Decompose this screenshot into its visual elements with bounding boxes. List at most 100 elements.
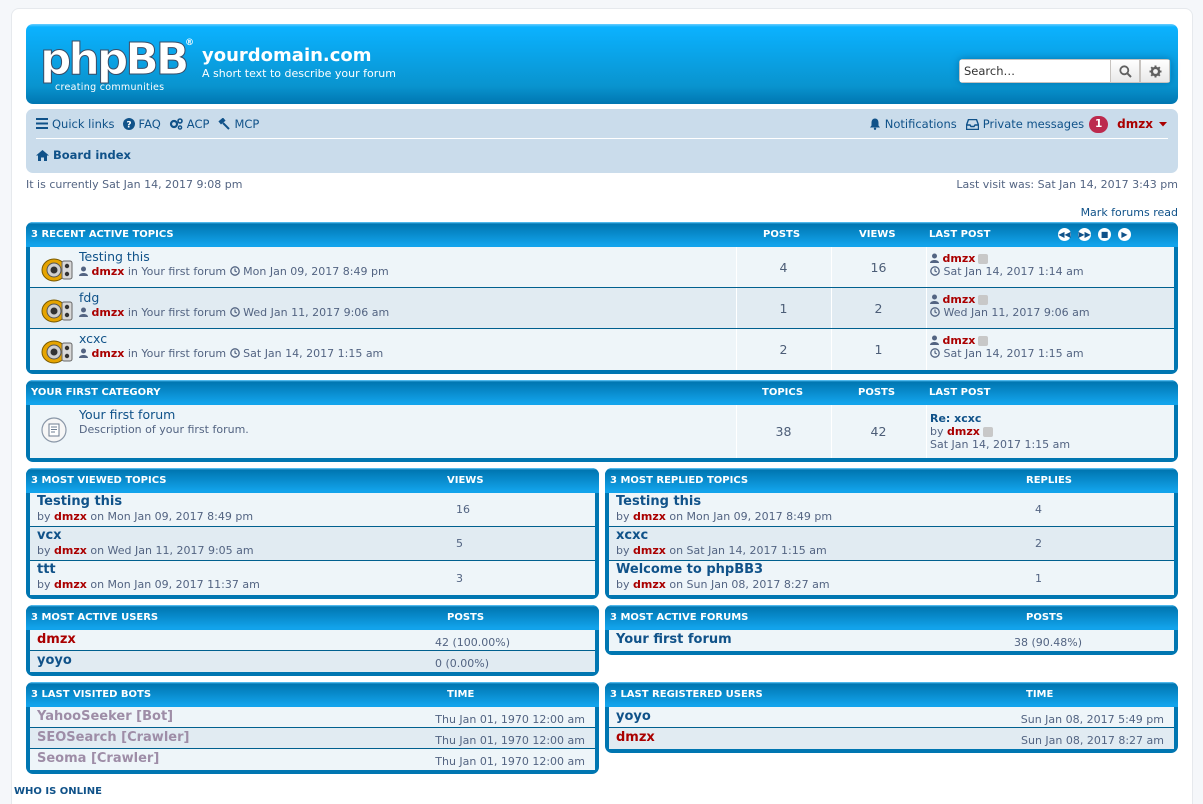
stop-icon[interactable]: ■ <box>1098 228 1111 241</box>
stat-topic-meta: by dmzx on Mon Jan 09, 2017 8:49 pm <box>37 510 254 523</box>
stat-name-link[interactable]: SEOSearch [Crawler] <box>37 730 189 745</box>
stat-topic-author-link[interactable]: dmzx <box>54 578 87 591</box>
last-post-date: Sat Jan 14, 2017 1:15 am <box>930 438 1071 451</box>
stat-name-row: dmzx 42 (100.00%) <box>30 630 595 651</box>
notifications-link[interactable]: Notifications <box>869 117 957 131</box>
recent-topics-header: 3 RECENT ACTIVE TOPICS POSTS VIEWS LAST … <box>26 222 1178 247</box>
topic-meta: dmzx in Your first forum Mon Jan 09, 201… <box>79 265 389 278</box>
stat-name-link[interactable]: yoyo <box>616 709 651 724</box>
mark-forums-read-link[interactable]: Mark forums read <box>26 206 1178 222</box>
who-is-online-heading[interactable]: WHO IS ONLINE <box>14 786 102 797</box>
topic-row: xcxc dmzx in Your first forum Sat Jan 14… <box>30 329 1174 370</box>
bell-icon <box>869 118 880 130</box>
topic-title-link[interactable]: Testing this <box>79 249 150 264</box>
stat-name-row: Your first forum 38 (90.48%) <box>609 630 1174 651</box>
stat-topic-date: on Mon Jan 09, 2017 8:49 pm <box>90 510 254 523</box>
last-post-author-link[interactable]: dmzx <box>943 293 976 306</box>
stat-topic-meta: by dmzx on Wed Jan 11, 2017 9:05 am <box>37 544 254 557</box>
stat-topic-title-link[interactable]: Testing this <box>616 494 701 509</box>
topic-forum-link[interactable]: in Your first forum <box>128 306 226 319</box>
stat-name-row: SEOSearch [Crawler] Thu Jan 01, 1970 12:0… <box>30 728 595 749</box>
last-post-author-link[interactable]: dmzx <box>947 425 980 438</box>
topic-author-link[interactable]: dmzx <box>92 347 125 360</box>
user-icon <box>79 307 88 317</box>
faq-link[interactable]: ? FAQ <box>122 117 161 131</box>
stat-name-link[interactable]: Seoma [Crawler] <box>37 751 159 766</box>
stat-topic-title-link[interactable]: vcx <box>37 528 62 543</box>
category-box: YOUR FIRST CATEGORY TOPICS POSTS LAST PO… <box>26 380 1178 462</box>
stat-topic-author-link[interactable]: dmzx <box>54 544 87 557</box>
active-forums-box: 3 MOST ACTIVE FORUMS POSTS Your first fo… <box>605 605 1178 655</box>
user-icon <box>930 253 939 263</box>
stat-topic-value: 16 <box>456 503 470 516</box>
last-post-title-link[interactable]: Re: xcxc <box>930 412 1070 425</box>
stat-topic-author-link[interactable]: dmzx <box>633 510 666 523</box>
acp-label: ACP <box>186 116 210 131</box>
stat-topic-author-link[interactable]: dmzx <box>633 578 666 591</box>
forward-icon[interactable]: ▶▶ <box>1078 228 1091 241</box>
view-latest-post-icon[interactable] <box>978 295 989 305</box>
column-divider <box>926 247 927 287</box>
topic-title-link[interactable]: fdg <box>79 290 99 305</box>
category-title[interactable]: YOUR FIRST CATEGORY <box>31 380 161 405</box>
play-icon[interactable]: ▶ <box>1118 228 1131 241</box>
stat-name-link[interactable]: dmzx <box>37 632 76 647</box>
site-name[interactable]: yourdomain.com <box>202 45 372 66</box>
stat-topic-author-link[interactable]: dmzx <box>633 544 666 557</box>
view-latest-post-icon[interactable] <box>978 336 989 346</box>
mcp-link[interactable]: MCP <box>217 117 259 131</box>
header-bar: phpBB ® creating communities yourdomain.… <box>26 24 1178 104</box>
stat-topic-meta: by dmzx on Sun Jan 08, 2017 8:27 am <box>616 578 830 591</box>
forum-name-link[interactable]: Your first forum <box>79 407 175 422</box>
stat-topic-date: on Mon Jan 09, 2017 8:49 pm <box>669 510 833 523</box>
topic-meta: dmzx in Your first forum Wed Jan 11, 201… <box>79 306 389 319</box>
category-header: YOUR FIRST CATEGORY TOPICS POSTS LAST PO… <box>26 380 1178 405</box>
stat-topic-title-link[interactable]: Welcome to phpBB3 <box>616 562 763 577</box>
stat-topic-value: 5 <box>456 537 463 550</box>
svg-text:?: ? <box>126 120 131 130</box>
acp-link[interactable]: ACP <box>169 116 210 131</box>
registered-box: 3 LAST REGISTERED USERS TIME yoyo Sun Jan… <box>605 682 1178 753</box>
advanced-search-button[interactable] <box>1140 59 1170 83</box>
search-button[interactable] <box>1110 59 1140 83</box>
private-messages-link[interactable]: Private messages 1 <box>965 115 1109 133</box>
stat-topic-meta: by dmzx on Sat Jan 14, 2017 1:15 am <box>616 544 827 557</box>
stat-name-link[interactable]: yoyo <box>37 653 72 668</box>
view-latest-post-icon[interactable] <box>978 254 989 264</box>
stat-topic-title-link[interactable]: Testing this <box>37 494 122 509</box>
search-input[interactable]: Search… <box>959 59 1110 83</box>
stat-name-link[interactable]: YahooSeeker [Bot] <box>37 709 173 724</box>
stat-topic-title-link[interactable]: ttt <box>37 562 56 577</box>
last-post-author-link[interactable]: dmzx <box>943 252 976 265</box>
forum-posts-count: 42 <box>870 424 887 439</box>
last-post-date: Sat Jan 14, 2017 1:14 am <box>943 265 1084 278</box>
stat-topic-row: Welcome to phpBB3 by dmzx on Sun Jan 08, … <box>609 561 1174 595</box>
board-index-link[interactable]: Board index <box>53 148 131 162</box>
stat-topic-row: Testing this by dmzx on Mon Jan 09, 2017 … <box>30 493 595 527</box>
view-latest-post-icon[interactable] <box>982 427 993 437</box>
col-topics: TOPICS <box>762 387 804 398</box>
stat-topic-value: 2 <box>1035 537 1042 550</box>
site-logo[interactable]: phpBB ® creating communities <box>39 34 194 94</box>
stat-topic-title-link[interactable]: xcxc <box>616 528 648 543</box>
stat-name-link[interactable]: Your first forum <box>616 632 732 647</box>
stat-name-link[interactable]: dmzx <box>616 730 655 745</box>
topic-author-link[interactable]: dmzx <box>92 306 125 319</box>
topic-forum-link[interactable]: in Your first forum <box>128 347 226 360</box>
stat-topic-date: on Sat Jan 14, 2017 1:15 am <box>669 544 827 557</box>
user-menu[interactable]: dmzx <box>1117 117 1168 131</box>
topic-author-link[interactable]: dmzx <box>92 265 125 278</box>
column-divider <box>926 288 927 328</box>
last-post-author-link[interactable]: dmzx <box>943 334 976 347</box>
quick-links-menu[interactable]: Quick links <box>36 117 115 131</box>
topic-forum-link[interactable]: in Your first forum <box>128 265 226 278</box>
topic-unread-icon <box>40 337 74 365</box>
clock-icon <box>930 307 940 317</box>
stat-topic-author-link[interactable]: dmzx <box>54 510 87 523</box>
topic-date: Mon Jan 09, 2017 8:49 pm <box>243 265 389 278</box>
logo-wordmark: phpBB <box>39 34 189 86</box>
topic-title-link[interactable]: xcxc <box>79 331 107 346</box>
active-users-box: 3 MOST ACTIVE USERS POSTS dmzx 42 (100.00… <box>26 605 599 676</box>
rewind-icon[interactable]: ◀◀ <box>1058 228 1071 241</box>
stat-name-row: Seoma [Crawler] Thu Jan 01, 1970 12:00 am <box>30 749 595 770</box>
